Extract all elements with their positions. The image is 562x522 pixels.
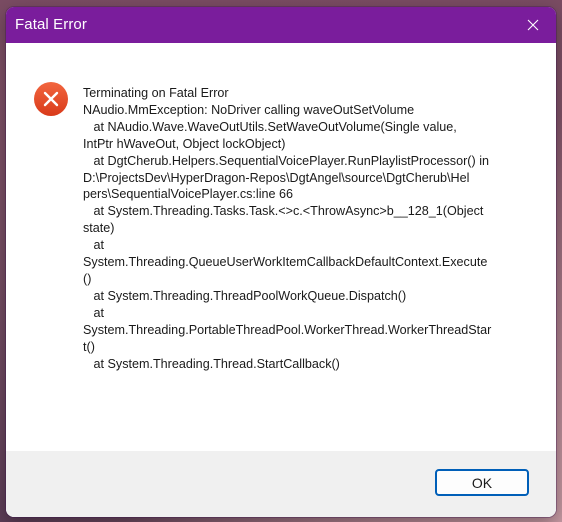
message-line: IntPtr hWaveOut, Object lockObject) — [83, 136, 286, 151]
message-line: at System.Threading.Thread.StartCallback… — [83, 356, 340, 371]
message-line: at — [83, 238, 104, 253]
message-line: Terminating on Fatal Error — [83, 86, 229, 100]
fatal-error-dialog: Fatal Error Terminating on Fatal Error N… — [6, 7, 556, 517]
message-line: at — [83, 305, 104, 320]
message-line: t() — [83, 339, 95, 354]
message-line: NAudio.MmException: NoDriver calling wav… — [83, 102, 415, 117]
message-line: System.Threading.PortableThreadPool.Work… — [83, 322, 492, 337]
close-button[interactable] — [510, 7, 556, 43]
message-line: D:\ProjectsDev\HyperDragon-Repos\DgtAnge… — [83, 170, 470, 185]
button-bar: OK — [6, 451, 556, 517]
error-icon — [33, 81, 69, 117]
message-line: at DgtCherub.Helpers.SequentialVoicePlay… — [83, 153, 489, 168]
message-line: at NAudio.Wave.WaveOutUtils.SetWaveOutVo… — [83, 119, 457, 134]
message-line: state) — [83, 221, 115, 236]
window-title: Fatal Error — [15, 16, 87, 33]
message-line: at System.Threading.ThreadPoolWorkQueue.… — [83, 288, 407, 303]
dialog-content: Terminating on Fatal Error NAudio.MmExcep… — [6, 43, 556, 451]
message-line: () — [83, 271, 92, 286]
message-line: System.Threading.QueueUserWorkItemCallba… — [83, 255, 488, 270]
message-line: pers\SequentialVoicePlayer.cs:line 66 — [83, 187, 294, 202]
title-bar[interactable]: Fatal Error — [6, 7, 556, 43]
error-message: Terminating on Fatal Error NAudio.MmExcep… — [83, 85, 523, 372]
ok-button[interactable]: OK — [435, 469, 529, 496]
close-icon — [527, 19, 539, 31]
message-line: at System.Threading.Tasks.Task.<>c.<Thro… — [83, 204, 484, 219]
